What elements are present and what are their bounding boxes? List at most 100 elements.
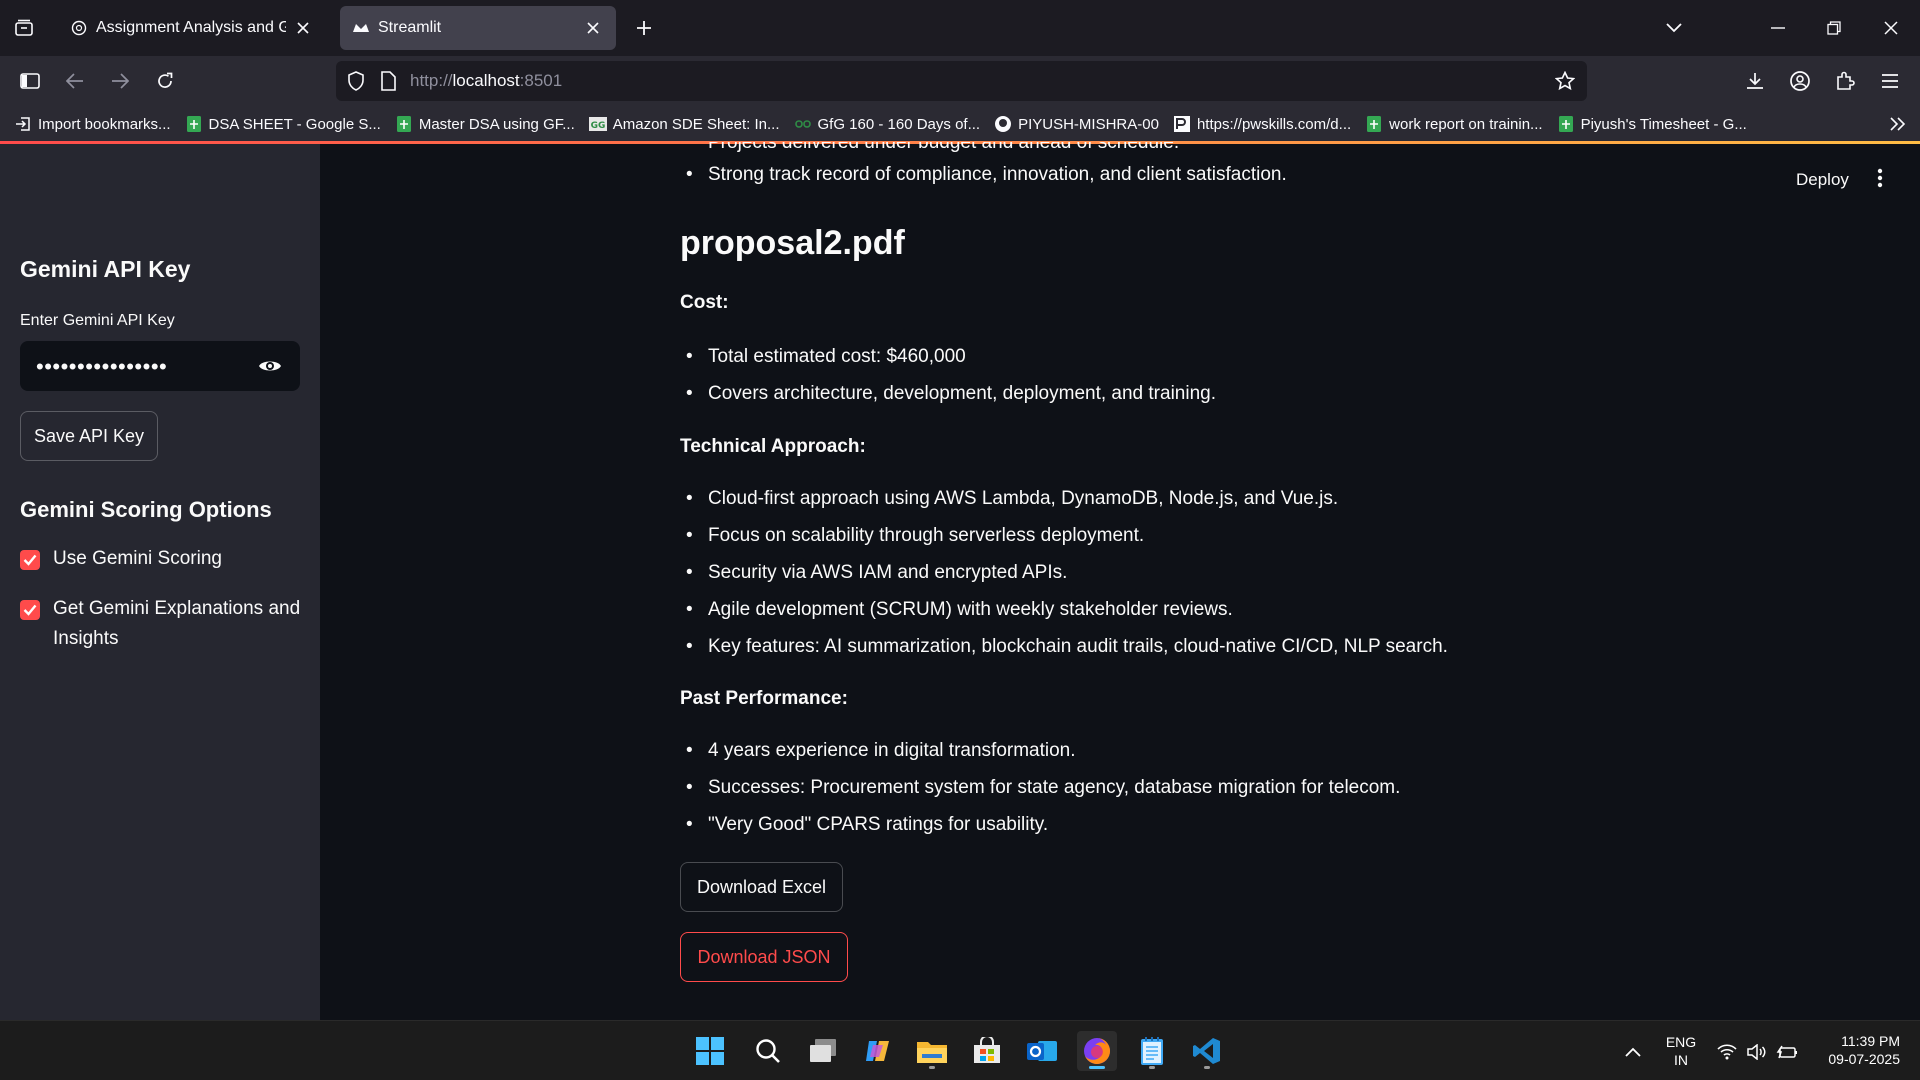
checkbox-label: Get Gemini Explanations and Insights [53, 598, 301, 649]
bookmark-item[interactable]: DSA SHEET - Google S... [185, 115, 381, 133]
url-text[interactable]: http://localhost:8501 [410, 71, 562, 91]
sheets-icon [1365, 115, 1383, 133]
task-view-icon[interactable] [803, 1031, 843, 1071]
tab-overflow-chevron-icon[interactable] [1656, 10, 1692, 46]
list-item: • Total estimated cost: $460,000 [686, 346, 966, 367]
clock-date: 09-07-2025 [1828, 1051, 1900, 1067]
microsoft-store-icon[interactable] [967, 1031, 1007, 1071]
tab-assignment-analysis[interactable]: Assignment Analysis and Guida [58, 6, 326, 50]
minimize-icon[interactable] [1760, 10, 1796, 46]
bookmark-item[interactable]: Master DSA using GF... [395, 115, 575, 133]
tab-list-icon[interactable] [10, 14, 38, 42]
close-tab-icon[interactable] [582, 17, 604, 39]
use-gemini-scoring-checkbox[interactable]: Use Gemini Scoring [20, 548, 222, 574]
forward-icon[interactable] [105, 66, 135, 96]
list-item: • 4 years experience in digital transform… [686, 740, 1076, 761]
bookmark-label: GfG 160 - 160 Days of... [817, 115, 981, 133]
main-menu-kebab-icon[interactable] [1870, 166, 1890, 190]
input-language[interactable]: ENG IN [1664, 1033, 1698, 1069]
back-icon[interactable] [60, 66, 90, 96]
import-icon [14, 115, 32, 133]
page-info-icon[interactable] [376, 69, 400, 93]
gfg-icon: GG [588, 115, 607, 133]
close-tab-icon[interactable] [292, 17, 314, 39]
vscode-icon[interactable] [1187, 1031, 1227, 1071]
list-item: • Security via AWS IAM and encrypted APIs… [686, 562, 1068, 583]
close-window-icon[interactable] [1873, 10, 1909, 46]
file-explorer-icon[interactable] [912, 1031, 952, 1071]
bookmark-item[interactable]: work report on trainin... [1365, 115, 1543, 133]
volume-icon[interactable] [1746, 1041, 1768, 1063]
tab-streamlit[interactable]: Streamlit [340, 6, 616, 50]
windows-taskbar: ENG IN 11:39 PM 09-07-2025 [0, 1020, 1920, 1080]
bookmark-item[interactable]: PIYUSH-MISHRA-00 [994, 115, 1159, 133]
list-item: • "Very Good" CPARS ratings for usability… [686, 814, 1049, 835]
running-indicator [929, 1066, 935, 1069]
bookmark-item[interactable]: Import bookmarks... [14, 115, 171, 133]
new-tab-icon[interactable] [630, 14, 658, 42]
notepad-icon[interactable] [1132, 1031, 1172, 1071]
download-json-button[interactable]: Download JSON [680, 932, 848, 982]
show-password-eye-icon[interactable] [258, 355, 282, 377]
list-item: • Key features: AI summarization, blockch… [686, 636, 1448, 657]
bookmark-label: https://pwskills.com/d... [1196, 115, 1352, 133]
chevron-up-icon[interactable] [1622, 1041, 1644, 1063]
browser-nav-bar: http://localhost:8501 [0, 56, 1920, 106]
wifi-icon[interactable] [1716, 1041, 1738, 1063]
search-icon[interactable] [748, 1031, 788, 1071]
document-title: proposal2.pdf [680, 224, 905, 262]
deploy-button[interactable]: Deploy [1796, 170, 1849, 190]
bookmark-item[interactable]: Piyush's Timesheet - G... [1557, 115, 1747, 133]
streamlit-app: Gemini API Key Enter Gemini API Key ••••… [0, 142, 1920, 1020]
bookmark-label: DSA SHEET - Google S... [208, 115, 381, 133]
sheets-icon [1557, 115, 1575, 133]
extensions-icon[interactable] [1830, 66, 1860, 96]
bookmark-item[interactable]: GG Amazon SDE Sheet: In... [588, 115, 780, 133]
bookmark-star-icon[interactable] [1553, 69, 1577, 93]
shield-icon[interactable] [344, 69, 368, 93]
bookmark-label: Piyush's Timesheet - G... [1580, 115, 1747, 133]
account-icon[interactable] [1785, 66, 1815, 96]
bookmarks-toolbar: Import bookmarks... DSA SHEET - Google S… [0, 106, 1920, 142]
reload-icon[interactable] [150, 66, 180, 96]
cost-heading: Cost: [680, 292, 729, 313]
copilot-icon[interactable] [858, 1031, 898, 1071]
bookmark-item[interactable]: https://pwskills.com/d... [1173, 115, 1351, 133]
browser-tab-bar: Assignment Analysis and Guida Streamlit [0, 0, 1920, 56]
chevron-double-right-icon[interactable] [1888, 114, 1908, 134]
tab-title: Assignment Analysis and Guida [96, 19, 286, 36]
clock[interactable]: 11:39 PM 09-07-2025 [1806, 1032, 1900, 1068]
bookmark-label: Master DSA using GF... [418, 115, 575, 133]
list-item: • Strong track record of compliance, inno… [686, 164, 1287, 185]
battery-charging-icon[interactable] [1776, 1041, 1798, 1063]
running-indicator [1204, 1066, 1210, 1069]
tab-title: Streamlit [378, 19, 442, 36]
bookmark-item[interactable]: GfG 160 - 160 Days of... [794, 115, 981, 133]
clock-time: 11:39 PM [1841, 1033, 1900, 1049]
api-key-value: •••••••••••••••• [36, 354, 168, 379]
address-bar[interactable]: http://localhost:8501 [336, 61, 1587, 101]
save-api-key-button[interactable]: Save API Key [20, 411, 158, 461]
downloads-icon[interactable] [1740, 66, 1770, 96]
bookmark-label: PIYUSH-MISHRA-00 [1018, 115, 1159, 133]
sidebar: Gemini API Key Enter Gemini API Key ••••… [0, 144, 320, 1020]
sidebar-toggle-icon[interactable] [15, 66, 45, 96]
gemini-explanations-checkbox[interactable]: Get Gemini Explanations and Insights [20, 598, 310, 654]
windows-start-icon[interactable] [690, 1031, 730, 1071]
checkbox-checked-icon[interactable] [20, 550, 40, 570]
svg-text:GG: GG [590, 121, 605, 131]
pw-icon [1173, 115, 1191, 133]
api-key-input[interactable]: •••••••••••••••• [20, 341, 300, 391]
technical-approach-heading: Technical Approach: [680, 436, 866, 457]
menu-icon[interactable] [1875, 66, 1905, 96]
api-key-heading: Gemini API Key [20, 256, 191, 282]
gfg-icon [794, 115, 812, 133]
list-item: • Covers architecture, development, deplo… [686, 383, 1216, 404]
outlook-icon[interactable] [1022, 1031, 1062, 1071]
firefox-icon[interactable] [1077, 1031, 1117, 1071]
checkbox-checked-icon[interactable] [20, 600, 40, 620]
download-excel-button[interactable]: Download Excel [680, 862, 843, 912]
restore-icon[interactable] [1816, 10, 1852, 46]
api-key-label: Enter Gemini API Key [20, 312, 175, 329]
list-item: • Focus on scalability through serverless… [686, 525, 1145, 546]
